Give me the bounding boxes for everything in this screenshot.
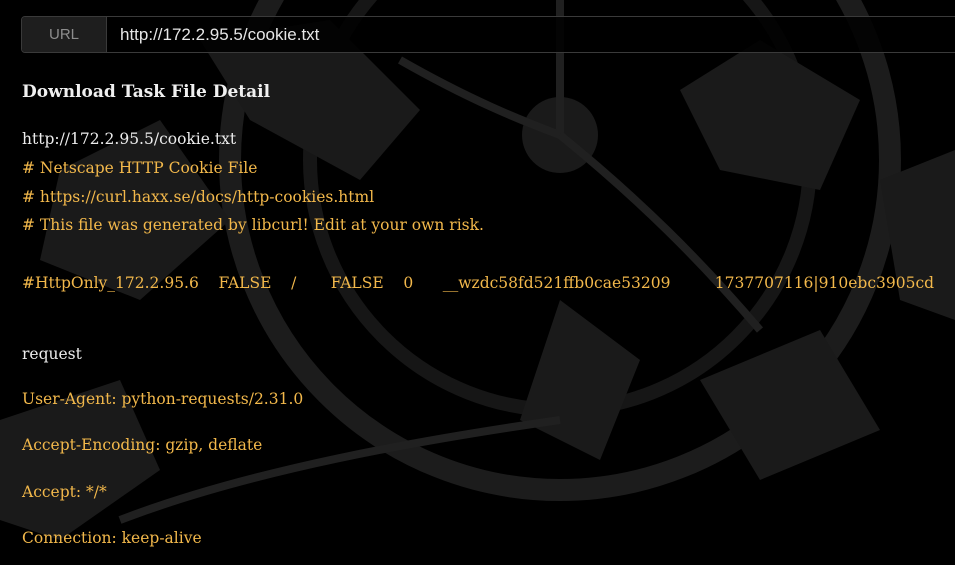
url-input[interactable] <box>107 17 955 52</box>
file-url-line: http://172.2.95.5/cookie.txt <box>22 130 237 148</box>
page-title: Download Task File Detail <box>22 82 271 102</box>
file-comment-line: # This file was generated by libcurl! Ed… <box>22 216 484 234</box>
url-label: URL <box>22 17 107 52</box>
request-header: Accept-Encoding: gzip, deflate <box>22 436 263 454</box>
request-header: Connection: keep-alive <box>22 529 202 547</box>
file-comment-line: # https://curl.haxx.se/docs/http-cookies… <box>22 188 375 206</box>
request-header: User-Agent: python-requests/2.31.0 <box>22 390 304 408</box>
cookie-line: #HttpOnly_172.2.95.6 FALSE / FALSE 0 __w… <box>22 274 935 292</box>
file-comment-line: # Netscape HTTP Cookie File <box>22 159 258 177</box>
request-header: Accept: */* <box>22 483 107 501</box>
url-bar: URL <box>21 16 955 53</box>
request-label: request <box>22 345 82 363</box>
